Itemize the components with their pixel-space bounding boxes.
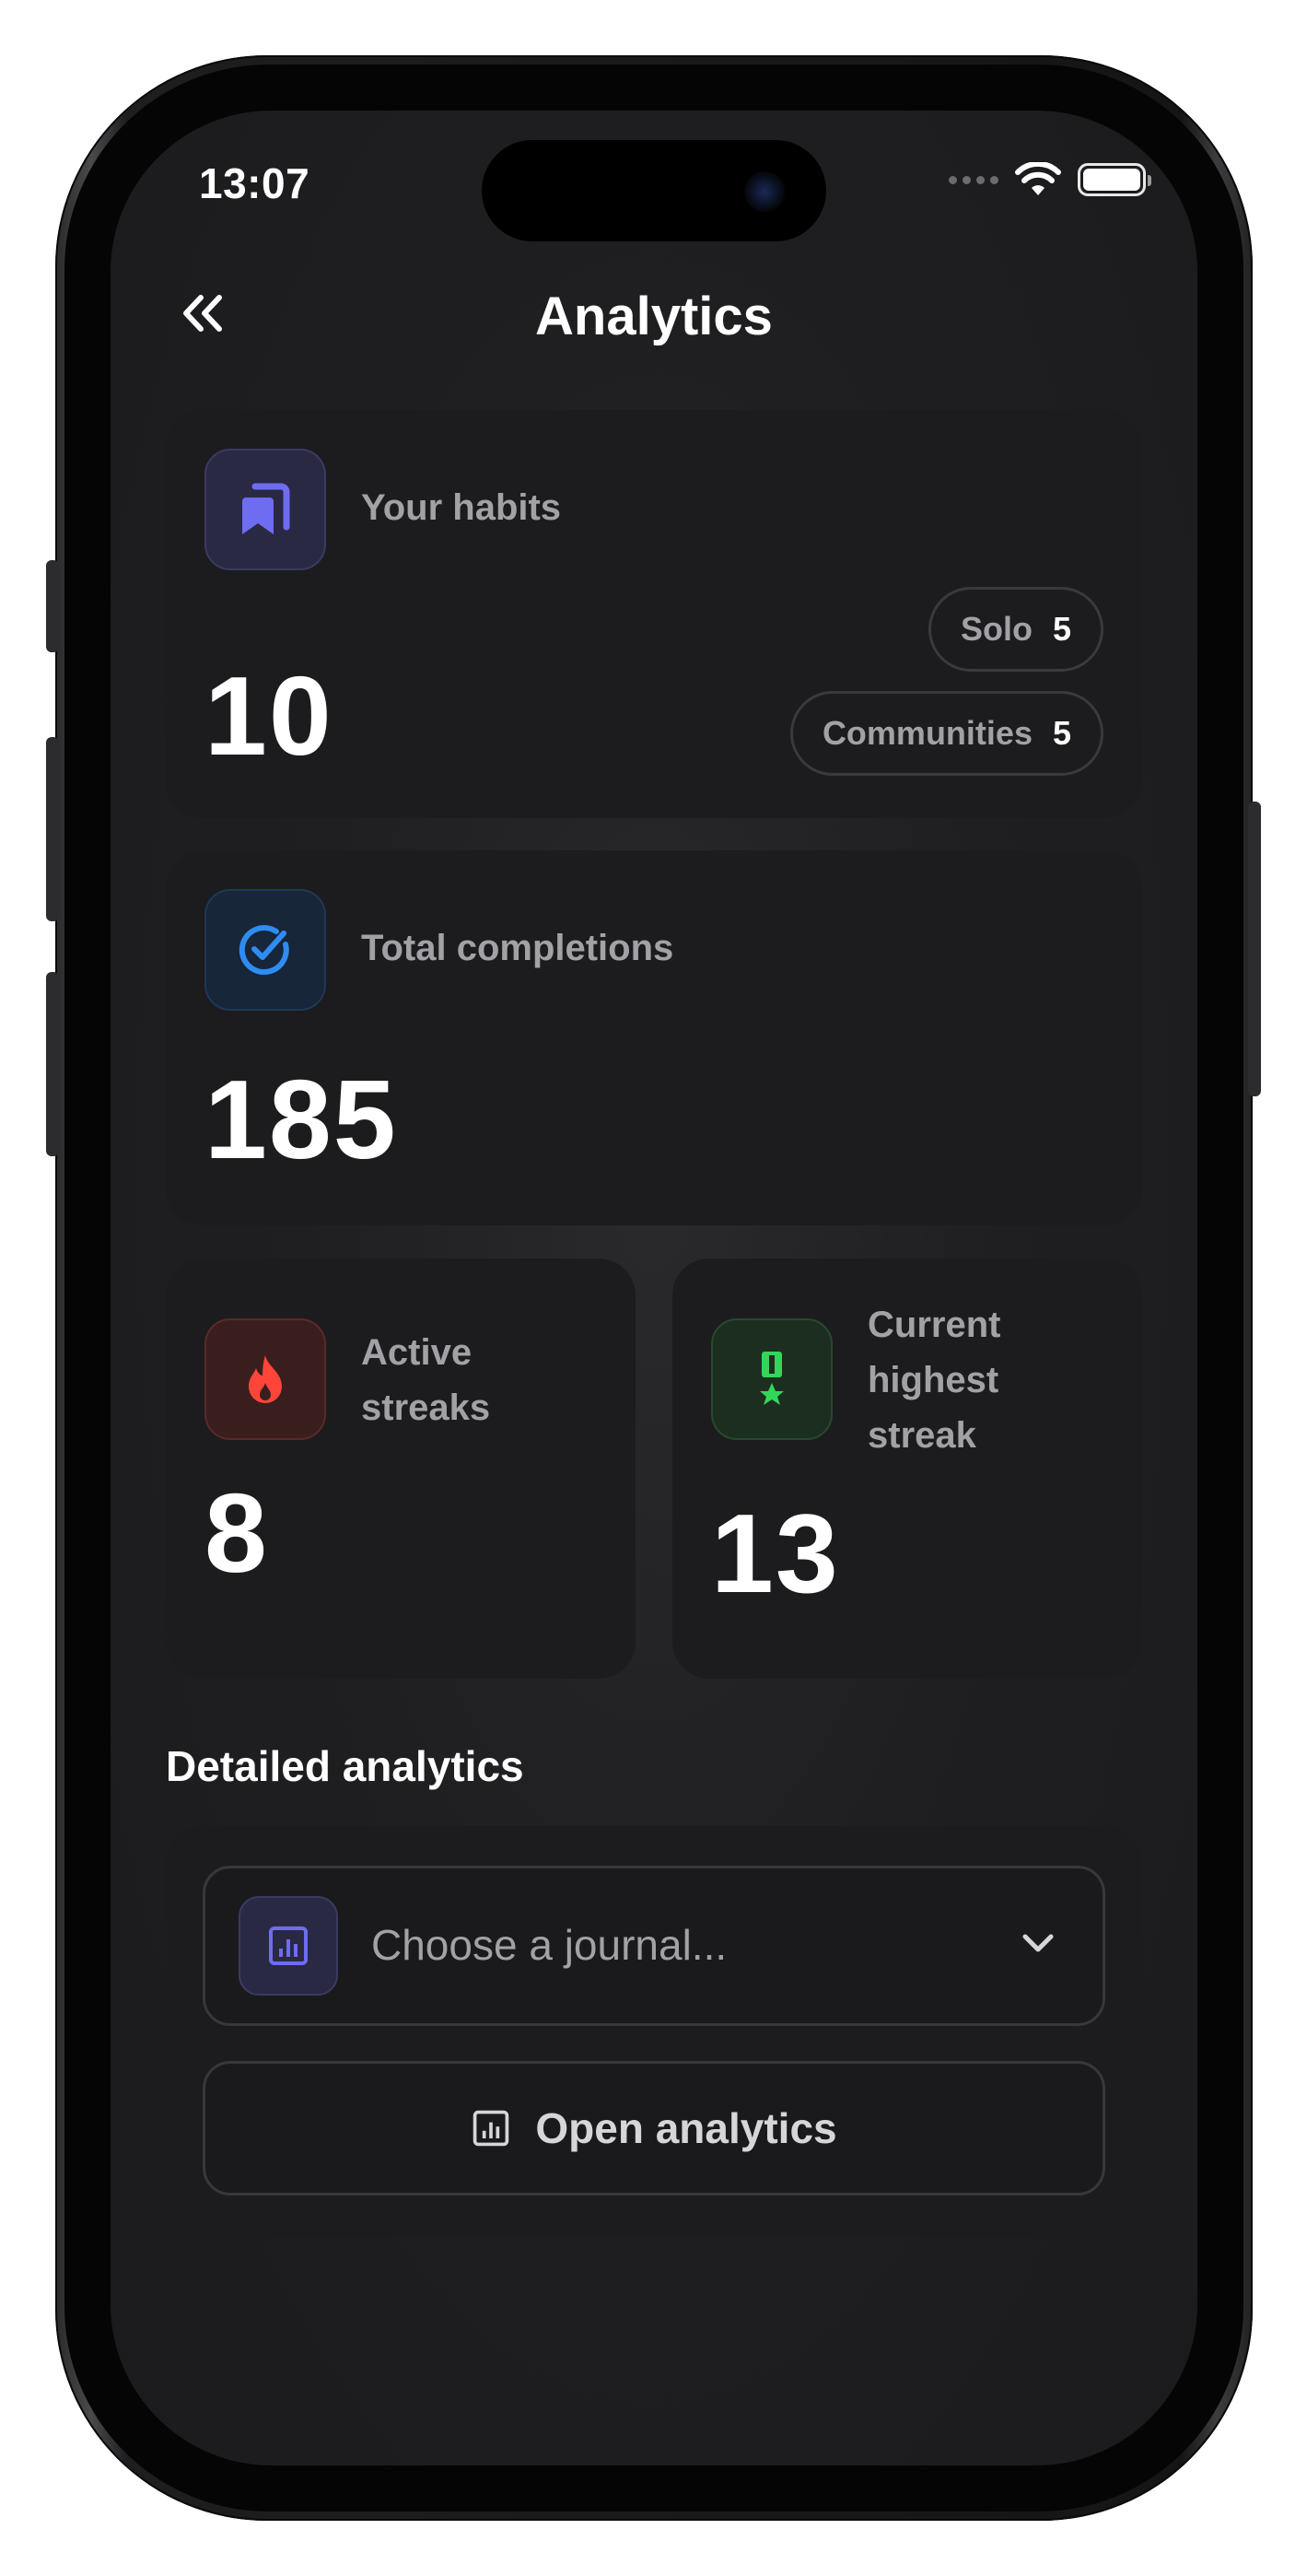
volume-up-button [46, 737, 59, 921]
solo-chip-value: 5 [1052, 610, 1071, 648]
streaks-count: 8 [204, 1470, 269, 1596]
streaks-icon-box [204, 1318, 326, 1440]
highest-streak-label: Current highest streak [868, 1305, 1001, 1456]
communities-chip-label: Communities [822, 714, 1033, 752]
completions-icon-box [204, 889, 326, 1011]
front-camera [744, 171, 785, 212]
medal-icon [760, 1352, 784, 1405]
chart-icon [473, 2110, 509, 2147]
habits-label: Your habits [361, 487, 562, 528]
habits-card: Your habits 10 Solo 5 Communities 5 [166, 410, 1142, 818]
communities-chip-value: 5 [1052, 714, 1071, 752]
completions-count: 185 [204, 1057, 398, 1182]
highest-streak-count: 13 [711, 1491, 840, 1616]
signal-icon [949, 175, 998, 184]
chevron-down-icon [1022, 1934, 1054, 1952]
volume-down-button [46, 972, 59, 1156]
battery-icon [1078, 163, 1151, 196]
highest-streak-icon-box [711, 1318, 833, 1440]
completions-label: Total completions [361, 928, 674, 968]
action-button [46, 560, 59, 652]
wifi-icon [1015, 162, 1061, 195]
chart-icon [269, 1926, 308, 1965]
bookmark-stack-icon [242, 483, 290, 534]
power-button [1248, 802, 1261, 1096]
open-analytics-button[interactable]: Open analytics [203, 2061, 1105, 2195]
page-title: Analytics [535, 287, 773, 346]
habits-count: 10 [204, 653, 333, 779]
flame-icon [249, 1355, 282, 1403]
status-time: 13:07 [199, 159, 310, 207]
journal-select-icon-box [239, 1896, 338, 1996]
streaks-card: Active streaks 8 [166, 1259, 636, 1679]
journal-select[interactable]: Choose a journal... [203, 1866, 1105, 2026]
journal-select-placeholder: Choose a journal... [371, 1921, 728, 1969]
streaks-label: Active streaks [361, 1332, 491, 1428]
detailed-analytics-title: Detailed analytics [166, 1742, 524, 1790]
solo-chip-label: Solo [960, 610, 1033, 648]
highest-streak-card: Current highest streak 13 [672, 1259, 1142, 1679]
status-indicators [949, 162, 1151, 197]
check-circle-icon [239, 925, 289, 976]
open-analytics-label: Open analytics [535, 2104, 837, 2152]
habits-icon-box [204, 449, 326, 570]
app-screen: 13:07 Analytics Your habits 10 Solo 5 Co… [111, 111, 1197, 2465]
solo-chip: Solo 5 [928, 587, 1103, 672]
communities-chip: Communities 5 [789, 691, 1103, 776]
completions-card: Total completions 185 [166, 850, 1142, 1225]
